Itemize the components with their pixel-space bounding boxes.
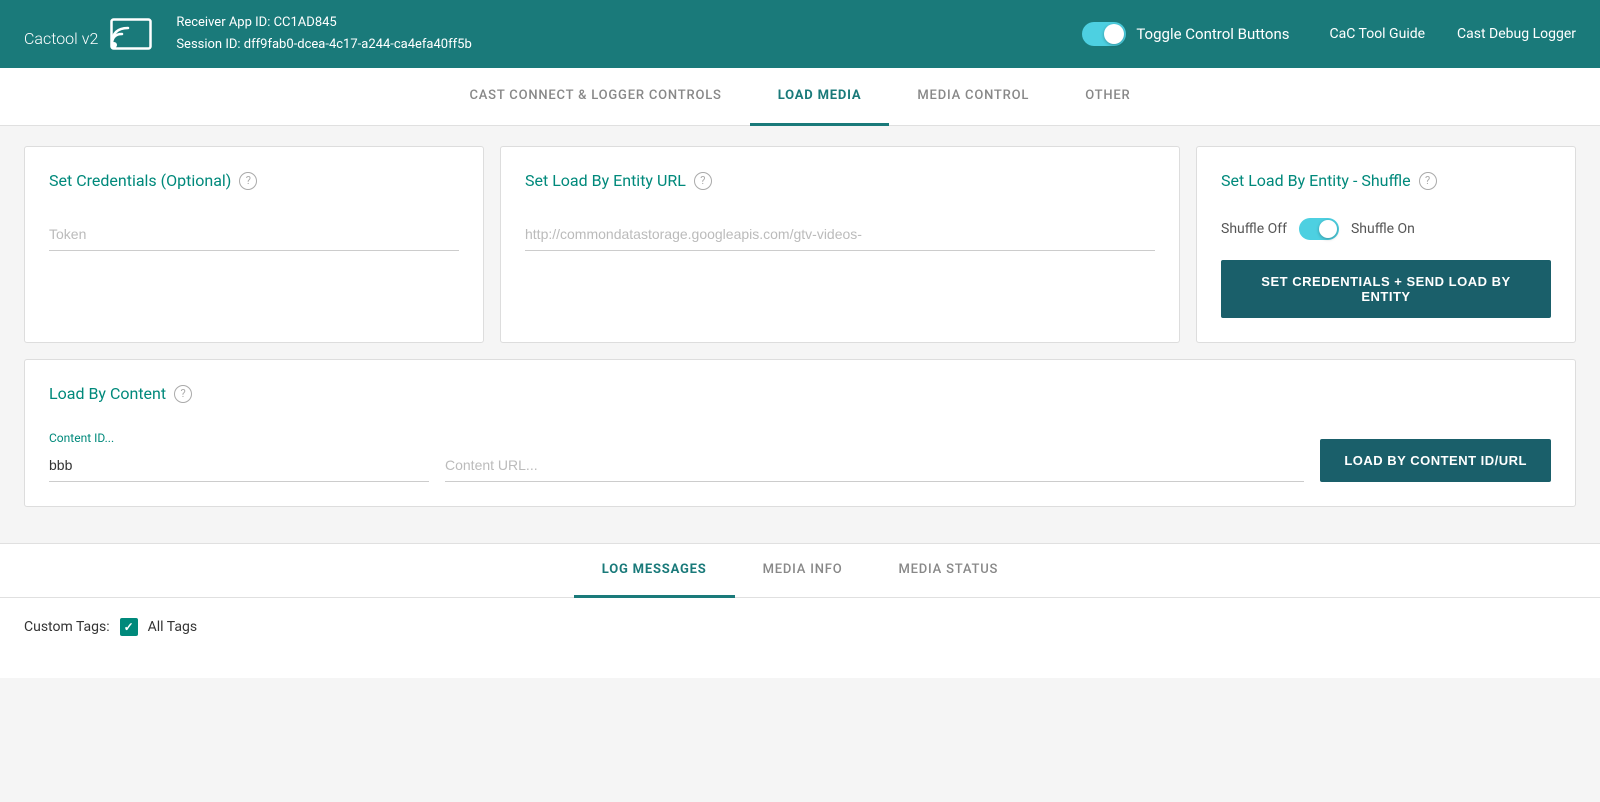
entity-url-help-icon[interactable]: ? <box>694 172 712 190</box>
content-id-group: Content ID... <box>49 431 429 482</box>
tab-load-media[interactable]: LOAD MEDIA <box>750 68 890 126</box>
top-cards-row: Set Credentials (Optional) ? Set Load By… <box>24 146 1576 343</box>
custom-tags-row: Custom Tags: All Tags <box>24 618 1576 636</box>
token-input[interactable] <box>49 218 459 251</box>
main-content: Set Credentials (Optional) ? Set Load By… <box>0 126 1600 543</box>
tab-media-control[interactable]: MEDIA CONTROL <box>889 68 1057 126</box>
content-url-input[interactable] <box>445 449 1304 482</box>
credentials-card: Set Credentials (Optional) ? <box>24 146 484 343</box>
content-url-group <box>445 449 1304 482</box>
shuffle-help-icon[interactable]: ? <box>1419 172 1437 190</box>
bottom-content: Custom Tags: All Tags <box>0 598 1600 678</box>
entity-url-input[interactable] <box>525 218 1155 251</box>
toggle-label: Toggle Control Buttons <box>1136 25 1289 43</box>
load-content-title: Load By Content ? <box>49 384 1551 403</box>
all-tags-checkbox[interactable] <box>120 618 138 636</box>
credentials-title: Set Credentials (Optional) ? <box>49 171 459 190</box>
tab-cast-connect[interactable]: CAST CONNECT & LOGGER CONTROLS <box>441 68 749 126</box>
header: Cactoolv2 Receiver App ID: CC1AD845 Sess… <box>0 0 1600 68</box>
custom-tags-label: Custom Tags: <box>24 619 110 635</box>
bottom-tabs-bar: LOG MESSAGES MEDIA INFO MEDIA STATUS <box>0 544 1600 598</box>
all-tags-label: All Tags <box>148 619 197 635</box>
entity-url-title: Set Load By Entity URL ? <box>525 171 1155 190</box>
header-links: CaC Tool Guide Cast Debug Logger <box>1330 26 1577 42</box>
content-id-input[interactable] <box>49 449 429 482</box>
logo: Cactoolv2 <box>24 18 152 51</box>
tab-other[interactable]: OTHER <box>1057 68 1158 126</box>
header-ids: Receiver App ID: CC1AD845 Session ID: df… <box>176 12 1082 56</box>
shuffle-toggle[interactable] <box>1299 218 1339 240</box>
entity-url-card: Set Load By Entity URL ? <box>500 146 1180 343</box>
cac-tool-guide-link[interactable]: CaC Tool Guide <box>1330 26 1426 42</box>
load-content-help-icon[interactable]: ? <box>174 385 192 403</box>
load-content-inputs: Content ID... LOAD BY CONTENT ID/URL <box>49 431 1551 482</box>
session-id: Session ID: dff9fab0-dcea-4c17-a244-ca4e… <box>176 34 1082 56</box>
shuffle-title: Set Load By Entity - Shuffle ? <box>1221 171 1551 190</box>
receiver-app-id: Receiver App ID: CC1AD845 <box>176 12 1082 34</box>
shuffle-card: Set Load By Entity - Shuffle ? Shuffle O… <box>1196 146 1576 343</box>
toggle-section: Toggle Control Buttons <box>1082 22 1289 46</box>
logo-text: Cactoolv2 <box>24 18 98 51</box>
tab-log-messages[interactable]: LOG MESSAGES <box>574 544 735 598</box>
shuffle-controls: Shuffle Off Shuffle On <box>1221 218 1551 240</box>
credentials-help-icon[interactable]: ? <box>239 172 257 190</box>
main-tabs-bar: CAST CONNECT & LOGGER CONTROLS LOAD MEDI… <box>0 68 1600 126</box>
shuffle-on-label: Shuffle On <box>1351 221 1415 237</box>
cast-debug-logger-link[interactable]: Cast Debug Logger <box>1457 26 1576 42</box>
tab-media-status[interactable]: MEDIA STATUS <box>870 544 1026 598</box>
cast-icon <box>110 18 152 50</box>
toggle-control-buttons[interactable] <box>1082 22 1126 46</box>
content-id-label: Content ID... <box>49 431 429 445</box>
tab-media-info[interactable]: MEDIA INFO <box>735 544 871 598</box>
shuffle-off-label: Shuffle Off <box>1221 221 1287 237</box>
bottom-section: LOG MESSAGES MEDIA INFO MEDIA STATUS Cus… <box>0 543 1600 678</box>
set-credentials-send-load-button[interactable]: SET CREDENTIALS + SEND LOAD BY ENTITY <box>1221 260 1551 318</box>
load-content-card: Load By Content ? Content ID... LOAD BY … <box>24 359 1576 507</box>
load-by-content-button[interactable]: LOAD BY CONTENT ID/URL <box>1320 439 1551 482</box>
